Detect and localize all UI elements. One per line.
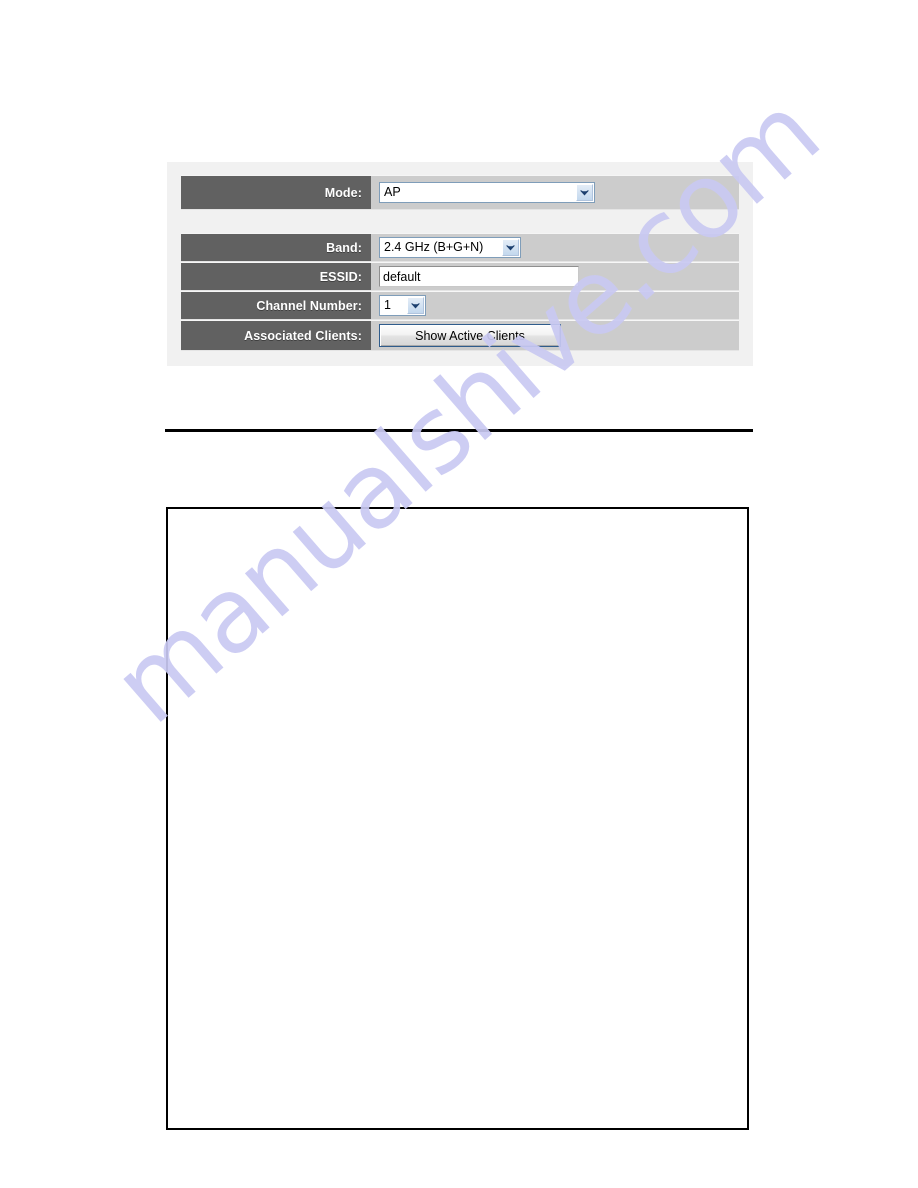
label-mode: Mode: (181, 176, 371, 209)
channel-number-select[interactable]: 1 (379, 295, 426, 316)
chevron-down-icon[interactable] (576, 184, 593, 201)
form-row-band: Band: 2.4 GHz (B+G+N) (181, 233, 739, 262)
band-select-value: 2.4 GHz (B+G+N) (384, 240, 484, 254)
value-cell-associated-clients: Show Active Clients (371, 321, 739, 350)
value-cell-band: 2.4 GHz (B+G+N) (371, 234, 739, 261)
label-band: Band: (181, 234, 371, 261)
show-active-clients-button[interactable]: Show Active Clients (379, 324, 561, 347)
form-row-essid: ESSID: (181, 262, 739, 291)
panel-bottom-spacer (167, 351, 753, 366)
wireless-settings-panel: Mode: AP Band: 2.4 GHz (B+G+N) ESSID: de… (167, 162, 753, 366)
mode-select[interactable]: AP (379, 182, 595, 203)
chevron-down-icon[interactable] (407, 297, 424, 314)
essid-input[interactable] (379, 266, 579, 287)
band-select[interactable]: 2.4 GHz (B+G+N) (379, 237, 521, 258)
content-placeholder-box (166, 507, 749, 1130)
chevron-down-icon[interactable] (502, 239, 519, 256)
value-cell-channel-number: 1 (371, 292, 739, 319)
form-row-channel-number: Channel Number: 1 (181, 291, 739, 320)
label-channel-number: Channel Number: (181, 292, 371, 319)
label-essid: ESSID: (181, 263, 371, 290)
panel-top-spacer (167, 162, 753, 175)
label-associated-clients: Associated Clients: (181, 321, 371, 350)
form-row-mode: Mode: AP (181, 175, 739, 210)
mode-select-value: AP (384, 185, 401, 199)
value-cell-essid (371, 263, 739, 290)
form-row-associated-clients: Associated Clients: Show Active Clients (181, 320, 739, 351)
channel-number-select-value: 1 (384, 298, 391, 312)
value-cell-mode: AP (371, 176, 739, 209)
section-divider (165, 429, 753, 432)
panel-group-spacer (167, 210, 753, 233)
